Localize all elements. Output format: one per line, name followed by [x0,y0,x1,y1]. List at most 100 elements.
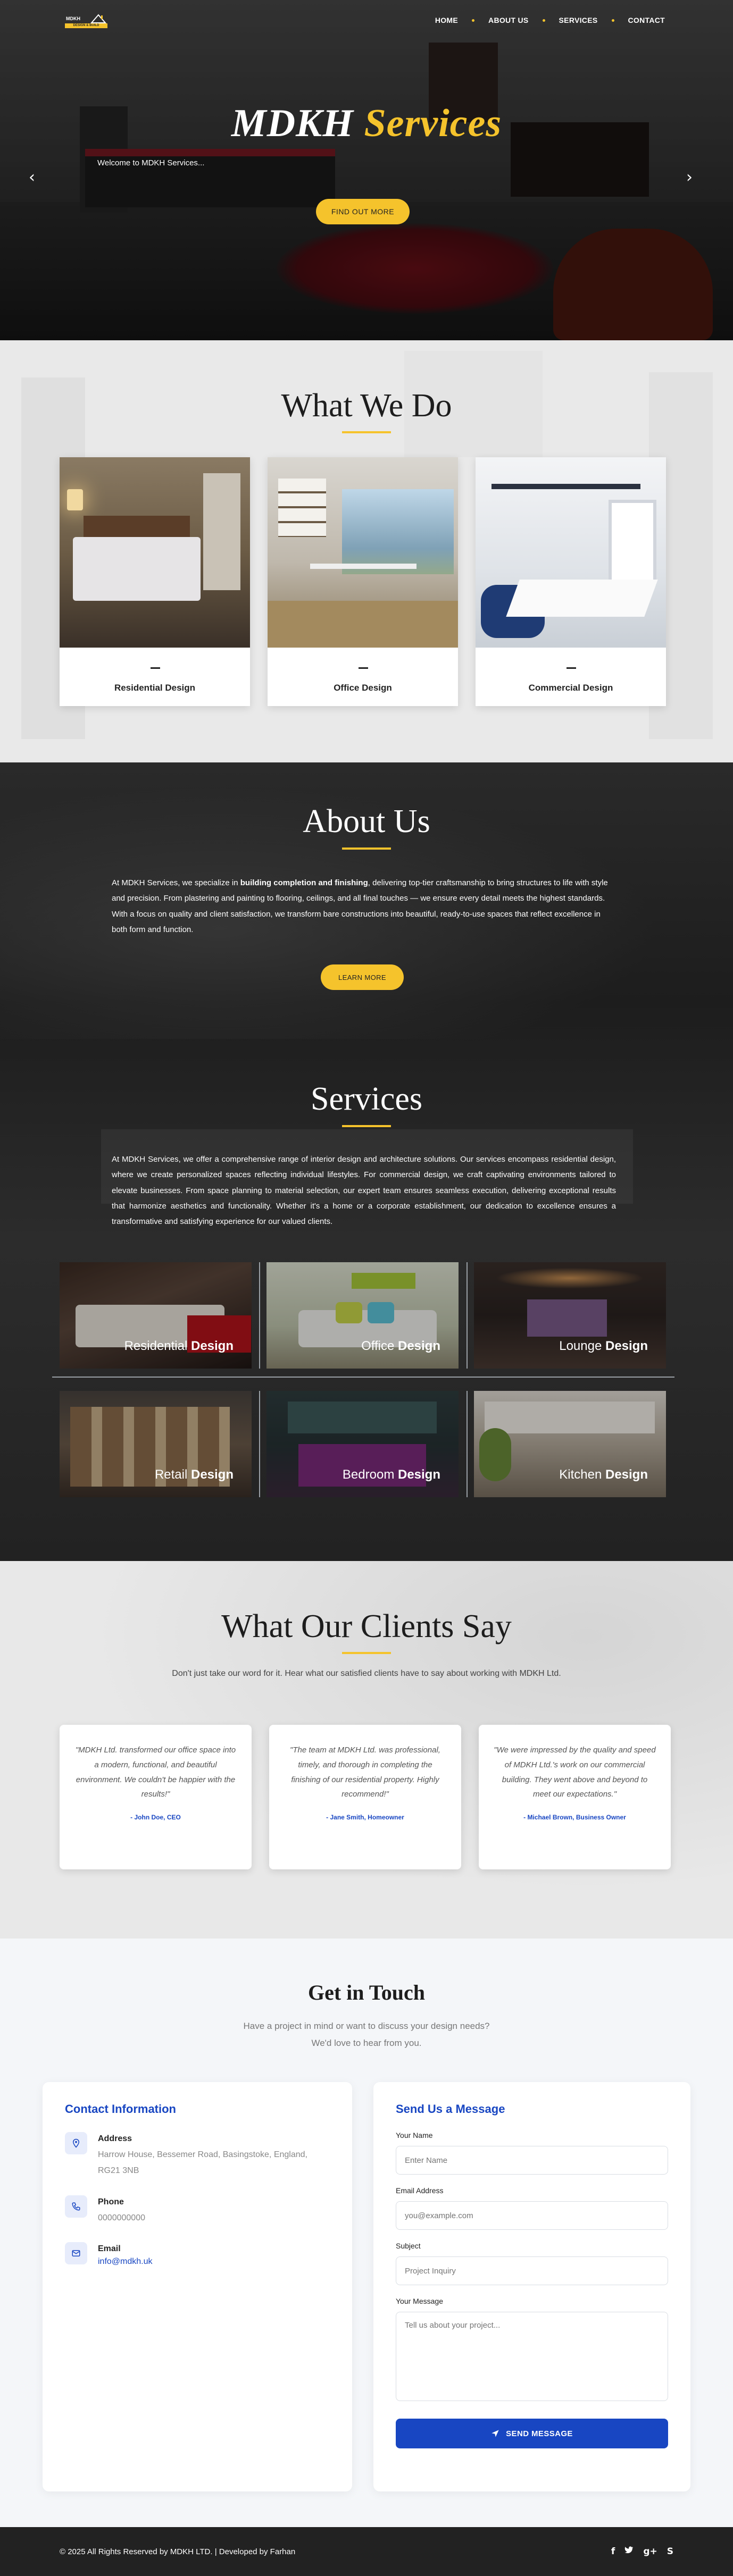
nav-contact[interactable]: CONTACT [623,16,671,24]
service-tile-label: Kitchen Design [559,1467,648,1482]
testimonials-subtitle: Don't just take our word for it. Hear wh… [172,1669,561,1678]
chevron-right-icon[interactable]: › [686,168,693,187]
name-input[interactable] [396,2146,668,2175]
logo-house-icon [90,14,106,23]
hero-overlay [0,0,733,340]
contact-title: Get in Touch [307,1981,426,2004]
testimonial-quote: "MDKH Ltd. transformed our office space … [75,1746,236,1799]
nav-home[interactable]: HOME [430,16,463,24]
service-tile-kitchen[interactable]: Kitchen Design [474,1391,666,1497]
grid-divider-vertical [467,1391,468,1497]
testimonial-author: - John Doe, CEO [130,1814,181,1821]
testimonial-author: - Michael Brown, Business Owner [523,1814,626,1821]
nav-separator-dot [542,19,545,22]
about-services-section: About Us At MDKH Services, we specialize… [0,762,733,1561]
service-tile-bedroom[interactable]: Bedroom Design [266,1391,459,1497]
address-row: Address Harrow House, Bessemer Road, Bas… [65,2132,330,2179]
message-field-label: Your Message [396,2297,443,2305]
testimonial-quote: "The team at MDKH Ltd. was professional,… [290,1746,440,1799]
find-out-more-button[interactable]: FIND OUT MORE [316,199,410,224]
services-title: Services [310,1081,423,1117]
send-message-button[interactable]: SEND MESSAGE [396,2419,668,2448]
phone-value[interactable]: 0000000000 [98,2210,311,2226]
email-field-label: Email Address [396,2186,444,2195]
chevron-left-icon[interactable]: ‹ [29,168,35,187]
card-divider [359,667,368,669]
service-tile-lounge[interactable]: Lounge Design [474,1262,666,1369]
grid-divider-vertical [467,1262,468,1369]
title-underline [342,1652,391,1654]
commercial-design-image [476,457,666,648]
service-tile-retail[interactable]: Retail Design [60,1391,252,1497]
google-plus-icon[interactable]: g+ [643,2546,657,2557]
hero-section: MDKH DESIGN & BUILD HOME ABOUT US SERVIC… [0,0,733,340]
contact-subtitle: Have a project in mind or want to discus… [243,2021,490,2049]
phone-label: Phone [98,2197,124,2206]
main-nav: HOME ABOUT US SERVICES CONTACT [430,16,670,24]
testimonial-author: - Jane Smith, Homeowner [326,1814,404,1821]
office-design-image [268,457,458,648]
grid-divider-vertical [259,1262,260,1369]
testimonials-title: What Our Clients Say [221,1608,512,1644]
testimonial-card: "The team at MDKH Ltd. was professional,… [269,1725,461,1869]
nav-about[interactable]: ABOUT US [483,16,534,24]
site-footer: © 2025 All Rights Reserved by MDKH LTD. … [0,2527,733,2576]
map-pin-icon [65,2132,87,2154]
service-tile-label: Office Design [361,1339,440,1353]
card-office-design[interactable]: Office Design [268,457,458,706]
service-tile-residential[interactable]: Residential Design [60,1262,252,1369]
service-tile-label: Lounge Design [559,1339,648,1353]
title-underline [342,1125,391,1127]
nav-services[interactable]: SERVICES [554,16,603,24]
subject-input[interactable] [396,2256,668,2285]
address-label: Address [98,2134,132,2143]
card-residential-design[interactable]: Residential Design [60,457,250,706]
skype-icon[interactable]: S [667,2546,673,2557]
logo-text: MDKH [66,16,80,21]
what-we-do-title: What We Do [281,388,452,424]
testimonials-section: What Our Clients Say Don't just take our… [0,1561,733,1939]
phone-icon [65,2195,87,2218]
phone-row: Phone 0000000000 [65,2195,330,2226]
name-field-label: Your Name [396,2131,433,2139]
nav-separator-dot [472,19,475,22]
services-text: At MDKH Services, we offer a comprehensi… [112,1155,616,1226]
address-value: Harrow House, Bessemer Road, Basingstoke… [98,2150,307,2176]
testimonial-card: "We were impressed by the quality and sp… [479,1725,671,1869]
contact-form-title: Send Us a Message [396,2102,505,2116]
what-we-do-section: What We Do Residential Design Office Des… [0,340,733,762]
twitter-icon[interactable] [624,2546,634,2557]
email-row: Email info@mdkh.uk [65,2242,330,2270]
send-message-label: SEND MESSAGE [506,2429,573,2438]
residential-design-image [60,457,250,648]
logo-tagline: DESIGN & BUILD [65,23,107,28]
title-underline [342,431,391,433]
grid-divider-vertical [259,1391,260,1497]
card-label: Office Design [334,683,392,693]
contact-info-title: Contact Information [65,2102,176,2116]
subject-field-label: Subject [396,2242,421,2250]
card-commercial-design[interactable]: Commercial Design [476,457,666,706]
contact-section: Get in Touch Have a project in mind or w… [0,1939,733,2527]
mail-icon [65,2242,87,2265]
footer-copyright: © 2025 All Rights Reserved by MDKH LTD. … [60,2547,296,2556]
service-tile-label: Bedroom Design [342,1467,440,1482]
email-input[interactable] [396,2201,668,2230]
message-textarea[interactable] [396,2312,668,2401]
card-divider [567,667,576,669]
social-links: f g+ S [611,2546,673,2557]
email-label: Email [98,2244,121,2254]
learn-more-button[interactable]: LEARN MORE [321,964,404,990]
site-logo[interactable]: MDKH DESIGN & BUILD [65,13,111,31]
about-text: At MDKH Services, we specialize in build… [112,878,608,934]
hero-title-accent: Services [364,102,502,145]
facebook-icon[interactable]: f [611,2546,615,2557]
hero-title-main: MDKH [231,102,354,145]
service-tile-label: Residential Design [124,1339,234,1353]
contact-form-panel: Send Us a Message Your Name Email Addres… [373,2082,690,2491]
card-label: Residential Design [114,683,196,693]
what-we-do-cards: Residential Design Office Design Commerc… [60,457,666,706]
card-divider [151,667,160,669]
service-tile-office[interactable]: Office Design [266,1262,459,1369]
email-link[interactable]: info@mdkh.uk [98,2257,153,2266]
